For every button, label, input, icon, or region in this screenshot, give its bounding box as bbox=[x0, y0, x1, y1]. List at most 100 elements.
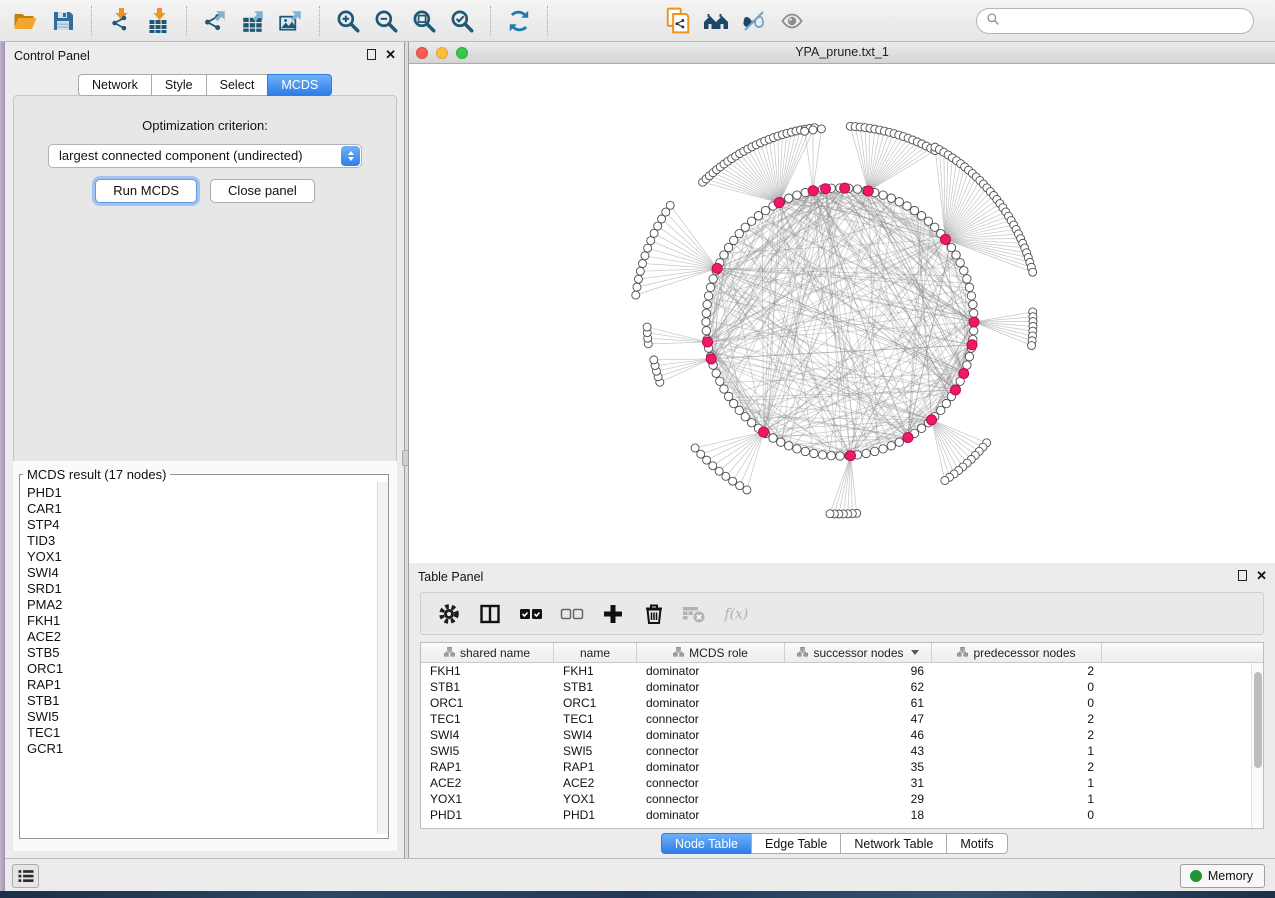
table-row[interactable]: YOX1YOX1connector291 bbox=[421, 791, 1251, 807]
run-mcds-button[interactable]: Run MCDS bbox=[95, 179, 197, 203]
network-node[interactable] bbox=[970, 327, 978, 335]
network-node[interactable] bbox=[862, 449, 870, 457]
network-node[interactable] bbox=[785, 442, 793, 450]
network-node[interactable] bbox=[636, 267, 644, 275]
network-node[interactable] bbox=[960, 267, 968, 275]
network-node[interactable] bbox=[777, 438, 785, 446]
mcds-result-node[interactable]: ACE2 bbox=[27, 629, 377, 645]
zoom-in-icon[interactable] bbox=[332, 4, 364, 38]
tab-edge-table[interactable]: Edge Table bbox=[751, 833, 840, 854]
network-node[interactable] bbox=[895, 438, 903, 446]
network-node[interactable] bbox=[754, 211, 762, 219]
network-node[interactable] bbox=[650, 356, 658, 364]
save-icon[interactable] bbox=[47, 4, 79, 38]
node-table-header[interactable]: shared namenameMCDS rolesuccessor nodesp… bbox=[421, 643, 1263, 663]
gear-icon[interactable] bbox=[436, 601, 462, 627]
network-node[interactable] bbox=[644, 244, 652, 252]
columns-icon[interactable] bbox=[477, 601, 503, 627]
network-node[interactable] bbox=[941, 476, 949, 484]
mcds-hub-node[interactable] bbox=[969, 317, 979, 327]
column-header-successor-nodes[interactable]: successor nodes bbox=[785, 643, 932, 662]
tab-node-table[interactable]: Node Table bbox=[661, 833, 751, 854]
network-node[interactable] bbox=[736, 482, 744, 490]
network-node[interactable] bbox=[706, 283, 714, 291]
network-node[interactable] bbox=[917, 424, 925, 432]
network-node[interactable] bbox=[870, 447, 878, 455]
result-scrollbar[interactable] bbox=[377, 482, 388, 834]
export-image-icon[interactable] bbox=[275, 4, 307, 38]
mcds-hub-node[interactable] bbox=[703, 337, 713, 347]
network-node[interactable] bbox=[729, 477, 737, 485]
table-row[interactable]: PHD1PHD1dominator180 bbox=[421, 807, 1251, 823]
tab-motifs[interactable]: Motifs bbox=[946, 833, 1007, 854]
table-row[interactable]: ACE2ACE2connector311 bbox=[421, 775, 1251, 791]
network-node[interactable] bbox=[702, 309, 710, 317]
show-eye-icon[interactable] bbox=[776, 4, 808, 38]
network-node[interactable] bbox=[666, 201, 674, 209]
maximize-window-icon[interactable] bbox=[456, 47, 468, 59]
mcds-hub-node[interactable] bbox=[840, 183, 850, 193]
network-node[interactable] bbox=[969, 300, 977, 308]
mcds-hub-node[interactable] bbox=[927, 415, 937, 425]
mcds-result-node[interactable]: SWI5 bbox=[27, 709, 377, 725]
mcds-result-node[interactable]: RAP1 bbox=[27, 677, 377, 693]
network-node[interactable] bbox=[724, 392, 732, 400]
network-node[interactable] bbox=[632, 291, 640, 299]
network-node[interactable] bbox=[903, 202, 911, 210]
mcds-result-node[interactable]: STP4 bbox=[27, 517, 377, 533]
mcds-result-node[interactable]: PMA2 bbox=[27, 597, 377, 613]
zoom-out-icon[interactable] bbox=[370, 4, 402, 38]
network-node[interactable] bbox=[963, 275, 971, 283]
mcds-hub-node[interactable] bbox=[712, 263, 722, 273]
network-node[interactable] bbox=[716, 377, 724, 385]
network-node[interactable] bbox=[720, 251, 728, 259]
table-row[interactable]: TEC1TEC1connector472 bbox=[421, 711, 1251, 727]
export-network-icon[interactable] bbox=[199, 4, 231, 38]
table-row[interactable]: STB1STB1dominator620 bbox=[421, 679, 1251, 695]
tab-network[interactable]: Network bbox=[78, 74, 151, 96]
open-file-icon[interactable] bbox=[9, 4, 41, 38]
mcds-hub-node[interactable] bbox=[821, 184, 831, 194]
network-node[interactable] bbox=[801, 447, 809, 455]
mcds-result-node[interactable]: TID3 bbox=[27, 533, 377, 549]
zoom-fit-icon[interactable] bbox=[408, 4, 440, 38]
mcds-hub-node[interactable] bbox=[959, 368, 969, 378]
network-node[interactable] bbox=[761, 206, 769, 214]
mcds-hub-node[interactable] bbox=[706, 354, 716, 364]
network-node[interactable] bbox=[724, 243, 732, 251]
float-panel-icon[interactable] bbox=[1238, 570, 1247, 581]
network-node[interactable] bbox=[785, 194, 793, 202]
network-node[interactable] bbox=[638, 259, 646, 267]
network-node[interactable] bbox=[643, 323, 651, 331]
network-node[interactable] bbox=[836, 452, 844, 460]
task-list-button[interactable] bbox=[12, 864, 39, 888]
mcds-hub-node[interactable] bbox=[940, 234, 950, 244]
mcds-result-node[interactable]: YOX1 bbox=[27, 549, 377, 565]
column-header-predecessor-nodes[interactable]: predecessor nodes bbox=[932, 643, 1102, 662]
mcds-result-node[interactable]: GCR1 bbox=[27, 741, 377, 757]
mcds-hub-node[interactable] bbox=[808, 186, 818, 196]
tab-style[interactable]: Style bbox=[151, 74, 206, 96]
network-node[interactable] bbox=[818, 451, 826, 459]
network-node[interactable] bbox=[709, 275, 717, 283]
network-node[interactable] bbox=[910, 206, 918, 214]
float-panel-icon[interactable] bbox=[367, 49, 376, 60]
memory-button[interactable]: Memory bbox=[1180, 864, 1265, 888]
refresh-layout-icon[interactable] bbox=[503, 4, 535, 38]
network-node[interactable] bbox=[702, 327, 710, 335]
network-canvas[interactable] bbox=[409, 64, 1274, 562]
optimization-criterion-select[interactable]: largest connected component (undirected) bbox=[48, 144, 362, 168]
close-panel-icon[interactable]: ✕ bbox=[1256, 570, 1267, 581]
network-node[interactable] bbox=[879, 191, 887, 199]
close-window-icon[interactable] bbox=[416, 47, 428, 59]
network-node[interactable] bbox=[635, 275, 643, 283]
network-node[interactable] bbox=[887, 442, 895, 450]
mcds-result-list[interactable]: PHD1CAR1STP4TID3YOX1SWI4SRD1PMA2FKH1ACE2… bbox=[20, 482, 377, 834]
network-node[interactable] bbox=[641, 252, 649, 260]
network-node[interactable] bbox=[793, 191, 801, 199]
tab-network-table[interactable]: Network Table bbox=[840, 833, 946, 854]
import-network-icon[interactable] bbox=[104, 4, 136, 38]
mcds-result-node[interactable]: PHD1 bbox=[27, 485, 377, 501]
hide-selected-icon[interactable] bbox=[738, 4, 770, 38]
network-node[interactable] bbox=[967, 292, 975, 300]
